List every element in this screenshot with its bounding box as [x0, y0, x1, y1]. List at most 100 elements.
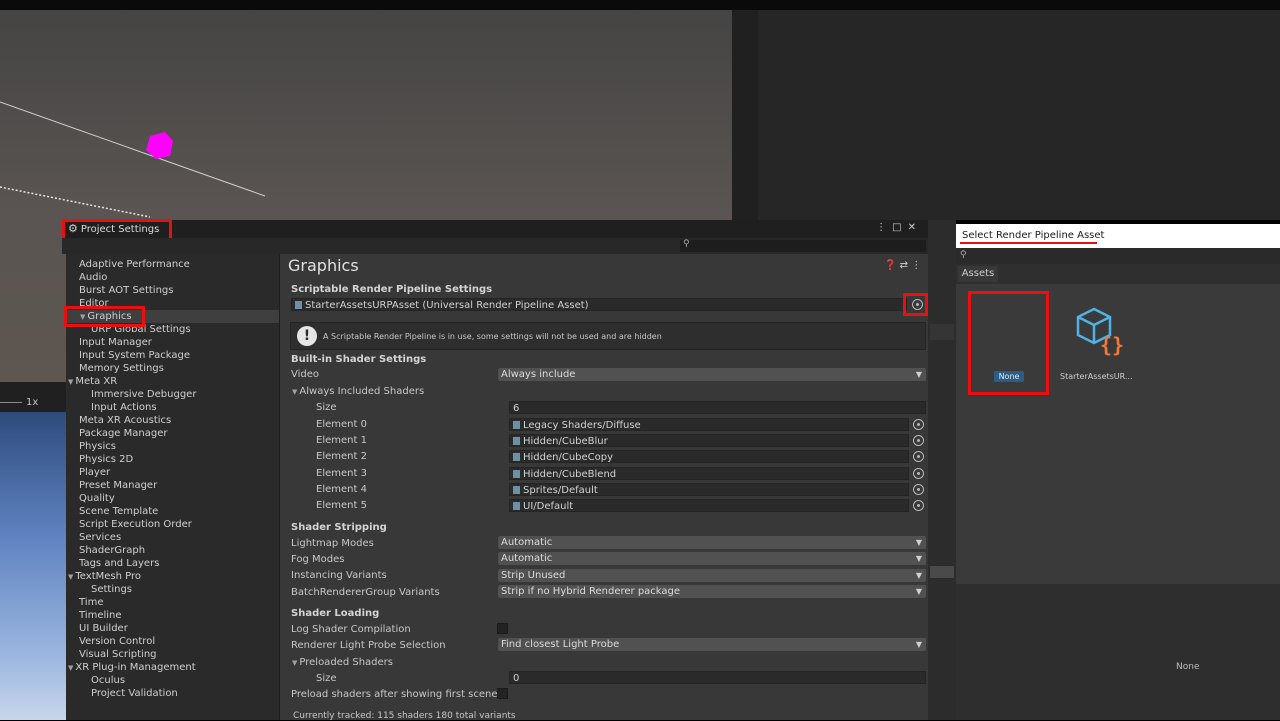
- game-view-toolbar: 1x: [0, 382, 66, 412]
- element-label: Element 3: [316, 468, 367, 479]
- sidebar-item-burst-aot[interactable]: Burst AOT Settings: [79, 284, 173, 297]
- sidebar-item-input-system[interactable]: Input System Package: [79, 349, 190, 362]
- urp-asset-label[interactable]: StarterAssetsUR...: [1060, 372, 1133, 381]
- fog-modes-dropdown[interactable]: Automatic ▼: [498, 552, 926, 565]
- sidebar-item-scene-template[interactable]: Scene Template: [79, 505, 158, 518]
- dropdown-arrow-icon: ▼: [915, 554, 922, 563]
- sidebar-item-label: XR Plug-in Management: [75, 662, 196, 673]
- preset-icon[interactable]: ⇄: [900, 260, 908, 271]
- element-field[interactable]: Legacy Shaders/Diffuse: [509, 418, 909, 431]
- dropdown-arrow-icon: ▼: [915, 370, 922, 379]
- sidebar-item-physics-2d[interactable]: Physics 2D: [79, 453, 133, 466]
- sidebar-item-quality[interactable]: Quality: [79, 492, 115, 505]
- element-field[interactable]: Sprites/Default: [509, 483, 909, 496]
- srp-asset-field[interactable]: StarterAssetsURPAsset (Universal Render …: [291, 298, 907, 311]
- sidebar-item-label: TextMesh Pro: [75, 571, 141, 582]
- game-view-sky: [0, 412, 66, 720]
- sidebar-item-textmesh-pro[interactable]: ▼ TextMesh Pro: [68, 570, 141, 583]
- always-included-foldout[interactable]: ▼ Always Included Shaders: [292, 386, 424, 397]
- tab-assets[interactable]: Assets: [958, 266, 998, 282]
- urp-asset-icon[interactable]: {}: [1074, 306, 1126, 357]
- sidebar-item-oculus[interactable]: Oculus: [91, 674, 125, 687]
- sidebar-item-tmp-settings[interactable]: Settings: [91, 583, 132, 596]
- sidebar-item-time[interactable]: Time: [79, 596, 103, 609]
- preloaded-shaders-foldout[interactable]: ▼ Preloaded Shaders: [292, 657, 393, 668]
- dropdown-value: Find closest Light Probe: [501, 639, 620, 650]
- object-picker-icon[interactable]: [913, 468, 924, 479]
- log-shader-compilation-checkbox[interactable]: [497, 623, 508, 634]
- title-underline-annotation: [960, 242, 1097, 244]
- element-value: UI/Default: [523, 501, 574, 512]
- scale-slider[interactable]: [0, 402, 22, 403]
- fog-modes-label: Fog Modes: [291, 554, 345, 565]
- help-icon[interactable]: ❓: [884, 260, 896, 271]
- brg-variants-dropdown[interactable]: Strip if no Hybrid Renderer package ▼: [498, 585, 926, 598]
- object-picker-icon[interactable]: [913, 419, 924, 430]
- close-icon[interactable]: ✕: [908, 222, 922, 233]
- maximize-icon[interactable]: □: [892, 222, 907, 233]
- sidebar-item-memory-settings[interactable]: Memory Settings: [79, 362, 164, 375]
- sidebar-item-immersive-debugger[interactable]: Immersive Debugger: [91, 388, 196, 401]
- size-field[interactable]: 6: [509, 401, 926, 414]
- sidebar-item-visual-scripting[interactable]: Visual Scripting: [79, 648, 157, 661]
- object-picker-icon[interactable]: [913, 435, 924, 446]
- sidebar-item-script-execution-order[interactable]: Script Execution Order: [79, 518, 192, 531]
- window-controls: ⋮□✕: [876, 222, 922, 233]
- sidebar-item-project-validation[interactable]: Project Validation: [91, 687, 178, 700]
- always-included-label: Always Included Shaders: [299, 386, 425, 397]
- sidebar-item-preset-manager[interactable]: Preset Manager: [79, 479, 157, 492]
- select-asset-title: Select Render Pipeline Asset: [962, 230, 1105, 241]
- sidebar-item-input-manager[interactable]: Input Manager: [79, 336, 152, 349]
- object-picker-icon[interactable]: [913, 451, 924, 462]
- expand-triangle-icon[interactable]: ▼: [68, 664, 73, 672]
- sidebar-item-version-control[interactable]: Version Control: [79, 635, 155, 648]
- element-field[interactable]: UI/Default: [509, 499, 909, 512]
- dropdown-value: Strip if no Hybrid Renderer package: [501, 586, 681, 597]
- settings-search-input[interactable]: ⚲: [680, 239, 926, 252]
- element-field[interactable]: Hidden/CubeBlend: [509, 467, 909, 480]
- asset-search-input[interactable]: ⚲: [956, 248, 1280, 264]
- preload-after-first-scene-checkbox[interactable]: [497, 688, 508, 699]
- sidebar-item-player[interactable]: Player: [79, 466, 110, 479]
- video-dropdown[interactable]: Always include ▼: [498, 368, 926, 381]
- page-title: Graphics: [288, 256, 359, 275]
- sidebar-item-meta-xr[interactable]: ▼ Meta XR: [68, 375, 117, 388]
- sidebar-item-xr-plugin-management[interactable]: ▼ XR Plug-in Management: [68, 661, 196, 674]
- element-field[interactable]: Hidden/CubeCopy: [509, 450, 909, 463]
- dropdown-value: Automatic: [501, 553, 553, 564]
- more-menu-icon[interactable]: ⋮: [911, 260, 921, 271]
- sidebar-item-adaptive-performance[interactable]: Adaptive Performance: [79, 258, 190, 271]
- more-menu-icon[interactable]: ⋮: [876, 222, 892, 233]
- sidebar-item-audio[interactable]: Audio: [79, 271, 107, 284]
- project-settings-titlebar[interactable]: ⋮□✕: [62, 220, 928, 238]
- sidebar-item-package-manager[interactable]: Package Manager: [79, 427, 167, 440]
- sidebar-item-services[interactable]: Services: [79, 531, 121, 544]
- preloaded-size-field[interactable]: 0: [509, 671, 926, 684]
- sidebar-item-shadergraph[interactable]: ShaderGraph: [79, 544, 145, 557]
- search-icon: ⚲: [683, 239, 690, 249]
- highlight-none-item: [968, 291, 1049, 395]
- object-picker-icon[interactable]: [913, 484, 924, 495]
- element-field[interactable]: Hidden/CubeBlur: [509, 434, 909, 447]
- sidebar-item-physics[interactable]: Physics: [79, 440, 116, 453]
- element-value: Hidden/CubeCopy: [523, 452, 614, 463]
- expand-triangle-icon[interactable]: ▼: [292, 659, 297, 667]
- highlight-graphics: [64, 306, 145, 327]
- sidebar-item-tags-and-layers[interactable]: Tags and Layers: [79, 557, 159, 570]
- expand-triangle-icon[interactable]: ▼: [68, 378, 73, 386]
- expand-triangle-icon[interactable]: ▼: [68, 573, 73, 581]
- shader-icon: [513, 470, 520, 478]
- preloaded-shaders-label: Preloaded Shaders: [299, 657, 393, 668]
- light-probe-dropdown[interactable]: Find closest Light Probe ▼: [498, 638, 926, 651]
- sidebar-item-meta-xr-acoustics[interactable]: Meta XR Acoustics: [79, 414, 171, 427]
- sidebar-item-input-actions[interactable]: Input Actions: [91, 401, 157, 414]
- lightmap-modes-dropdown[interactable]: Automatic ▼: [498, 536, 926, 549]
- element-value: Sprites/Default: [523, 485, 598, 496]
- shader-icon: [513, 453, 520, 461]
- object-picker-icon[interactable]: [913, 500, 924, 511]
- expand-triangle-icon[interactable]: ▼: [292, 388, 297, 396]
- instancing-variants-dropdown[interactable]: Strip Unused ▼: [498, 569, 926, 582]
- size-label: Size: [316, 402, 337, 413]
- sidebar-item-ui-builder[interactable]: UI Builder: [79, 622, 128, 635]
- sidebar-item-timeline[interactable]: Timeline: [79, 609, 122, 622]
